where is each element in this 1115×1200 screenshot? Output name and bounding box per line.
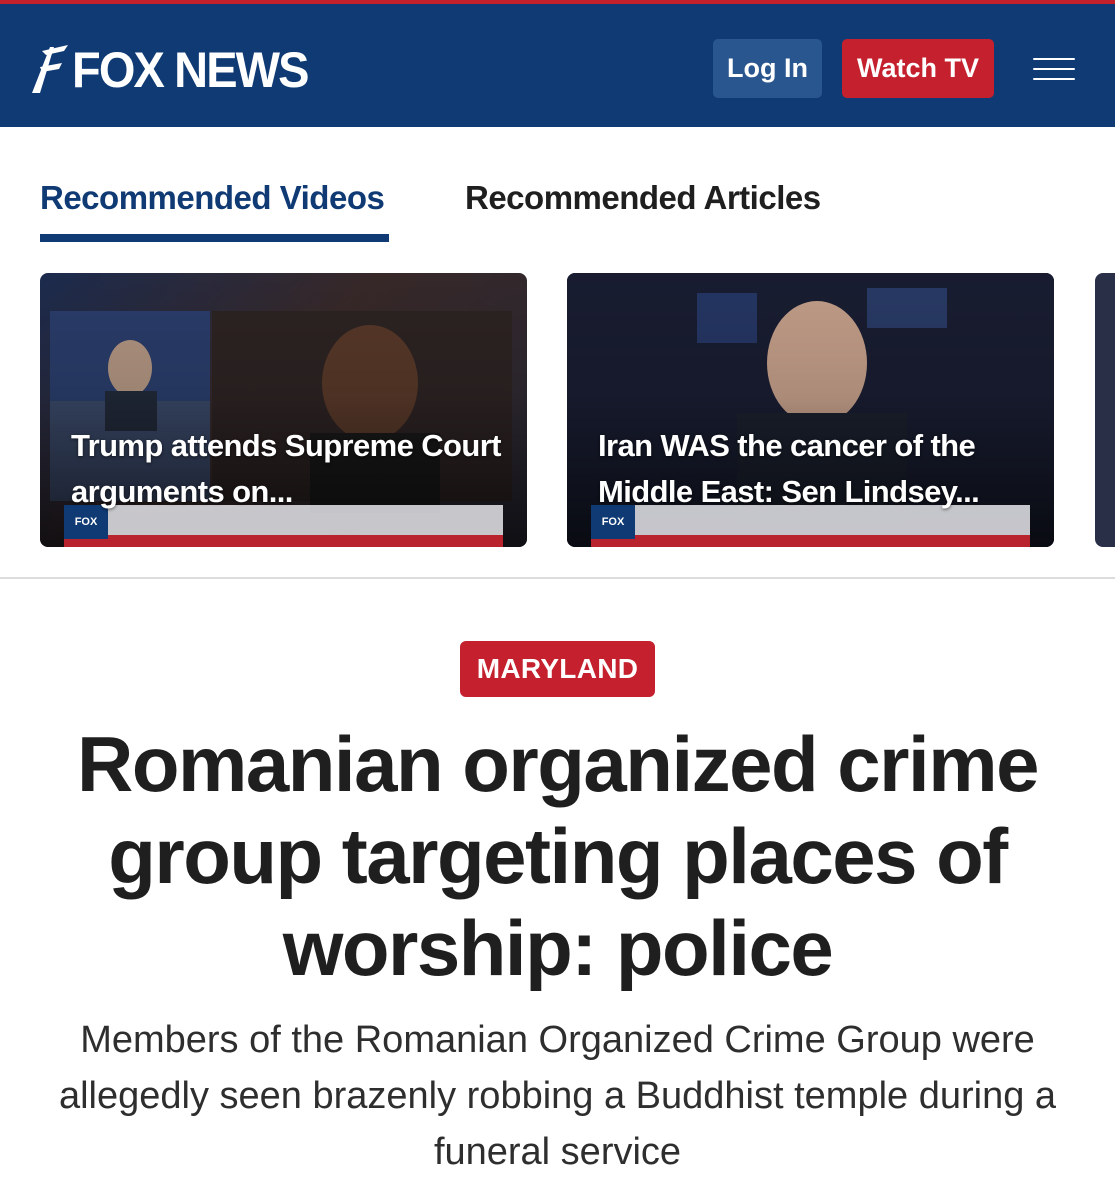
video-title[interactable]: Iran WAS the cancer of the Middle East: … bbox=[598, 423, 1038, 515]
fox-news-logo[interactable]: FOX NEWS bbox=[28, 40, 323, 100]
logo-text: FOX NEWS bbox=[72, 42, 310, 98]
article-subheadline: Members of the Romanian Organized Crime … bbox=[58, 1019, 1057, 1173]
video-card[interactable]: FOX Iran WAS the cancer of the Middle Ea… bbox=[567, 273, 1054, 547]
active-tab-indicator bbox=[40, 234, 389, 242]
video-card-partial[interactable] bbox=[1095, 273, 1115, 547]
section-divider bbox=[0, 577, 1115, 579]
presidential-address-bar bbox=[591, 535, 1030, 547]
site-header: FOX NEWS Log In Watch TV bbox=[0, 4, 1115, 127]
category-badge[interactable]: MARYLAND bbox=[460, 641, 655, 697]
tab-recommended-videos[interactable]: Recommended Videos bbox=[40, 179, 385, 217]
article-headline: Romanian organized crime group targeting… bbox=[77, 720, 1039, 992]
watch-tv-button[interactable]: Watch TV bbox=[842, 39, 994, 98]
video-title[interactable]: Trump attends Supreme Court arguments on… bbox=[71, 423, 511, 515]
video-card[interactable]: FOX Trump attends Supreme Court argument… bbox=[40, 273, 527, 547]
tab-recommended-articles[interactable]: Recommended Articles bbox=[465, 179, 821, 217]
log-in-button[interactable]: Log In bbox=[713, 39, 822, 98]
hamburger-menu-icon[interactable] bbox=[1033, 58, 1075, 80]
fox-logo-mark-icon bbox=[32, 45, 68, 93]
recommendation-tabs: Recommended Videos Recommended Articles bbox=[0, 127, 1115, 247]
video-carousel: FOX Trump attends Supreme Court argument… bbox=[0, 273, 1115, 548]
breaking-news-bar bbox=[64, 535, 503, 547]
